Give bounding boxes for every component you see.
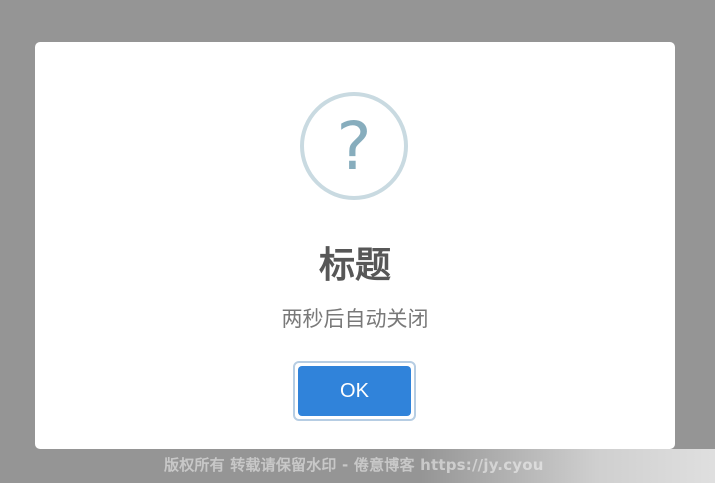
ok-button[interactable]: OK xyxy=(298,366,411,416)
alert-dialog: ? 标题 两秒后自动关闭 OK xyxy=(35,42,675,449)
question-mark-icon: ? xyxy=(300,92,408,200)
question-mark-glyph: ? xyxy=(336,108,372,185)
ok-button-focus-ring: OK xyxy=(293,361,416,421)
modal-backdrop[interactable]: ? 标题 两秒后自动关闭 OK 版权所有 转载请保留水印 - 倦意博客 http… xyxy=(0,0,715,483)
watermark-text: 版权所有 转载请保留水印 - 倦意博客 https://jy.cyou xyxy=(164,456,544,474)
dialog-title: 标题 xyxy=(318,245,391,286)
dialog-message: 两秒后自动关闭 xyxy=(281,307,429,331)
